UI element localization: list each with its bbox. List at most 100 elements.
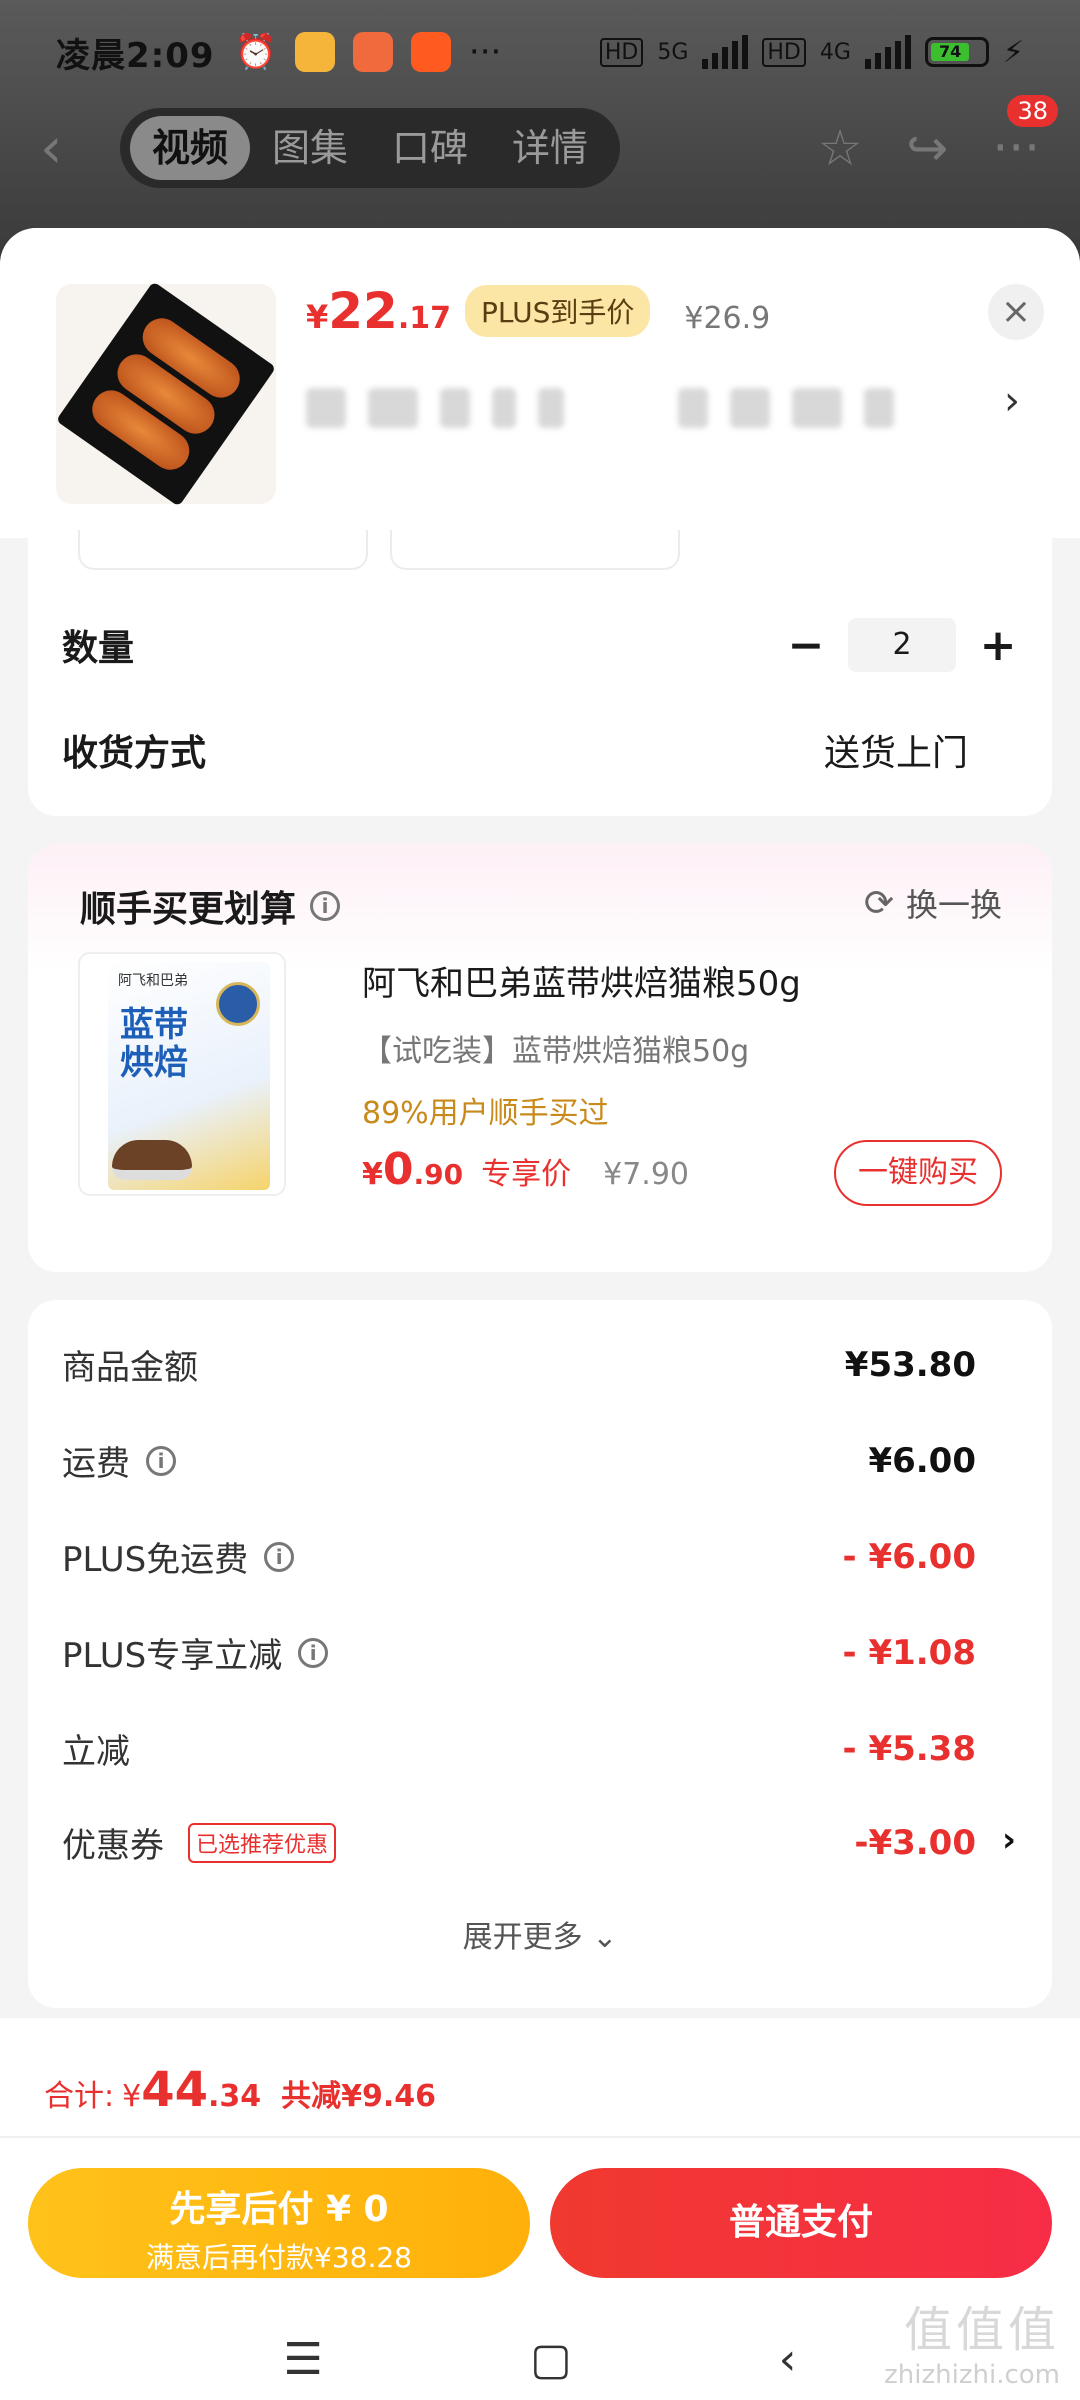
summary-value: - ¥6.00 xyxy=(842,1536,977,1577)
charging-icon: ⚡ xyxy=(1002,34,1024,70)
summary-row-coupon[interactable]: 优惠券 已选推荐优惠 -¥3.00 xyxy=(62,1818,976,1867)
cat-food-thumbnail[interactable]: 阿飞和巴弟 蓝带烘焙 xyxy=(78,952,286,1196)
total-reduced: 共减¥9.46 xyxy=(281,2079,437,2114)
info-icon[interactable]: i xyxy=(264,1541,295,1572)
summary-row-shipping: 运费 i ¥6.00 xyxy=(62,1436,976,1485)
signal-icon xyxy=(702,35,749,69)
product-thumbnail xyxy=(55,281,277,507)
summary-label: PLUS免运费 i xyxy=(62,1532,295,1581)
network-4g-label: 4G xyxy=(819,39,851,65)
tab-gallery[interactable]: 图集 xyxy=(250,116,370,180)
chevron-right-icon[interactable]: › xyxy=(1004,378,1020,424)
add-on-title-text: 顺手买更划算 xyxy=(80,889,297,930)
summary-value: ¥6.00 xyxy=(868,1440,976,1481)
quantity-input[interactable]: 2 xyxy=(848,618,956,672)
network-5g-label: 5G xyxy=(657,39,689,65)
bowl-icon xyxy=(112,1140,192,1180)
plus-price-tag: PLUS到手价 xyxy=(465,285,651,337)
swap-button[interactable]: ⟳ 换一换 xyxy=(864,880,1002,926)
quantity-label: 数量 xyxy=(62,628,135,669)
summary-label: 运费 i xyxy=(62,1436,176,1485)
summary-value: -¥3.00 xyxy=(854,1822,976,1863)
product-name-blurred[interactable] xyxy=(306,378,966,438)
info-icon[interactable]: i xyxy=(310,891,341,921)
refresh-icon: ⟳ xyxy=(863,882,894,924)
summary-value: - ¥5.38 xyxy=(842,1728,977,1769)
chicken-wings-image xyxy=(55,281,277,507)
back-arrow-icon[interactable]: ‹ xyxy=(40,116,100,181)
exclusive-price-tag: 专享价 xyxy=(481,1157,572,1192)
seal-icon xyxy=(216,982,260,1026)
recommended-coupon-tag: 已选推荐优惠 xyxy=(188,1822,337,1863)
add-on-price-row: ¥0.90 专享价 ¥7.90 xyxy=(362,1144,689,1195)
plus-button[interactable]: + xyxy=(978,620,1018,671)
hd-icon-2: HD xyxy=(762,37,806,67)
spec-chip[interactable] xyxy=(78,530,368,570)
tab-details[interactable]: 详情 xyxy=(490,116,610,180)
more-menu-icon[interactable]: ··· xyxy=(992,119,1040,177)
product-header: ¥22.17 PLUS到手价 ¥26.9 × › xyxy=(0,228,1080,538)
hd-icon: HD xyxy=(599,37,644,67)
add-on-name[interactable]: 阿飞和巴弟蓝带烘焙猫粮50g xyxy=(362,956,801,1005)
info-icon[interactable]: i xyxy=(146,1445,176,1476)
one-click-buy-button[interactable]: 一键购买 xyxy=(834,1140,1002,1206)
battery-level: 74 xyxy=(930,43,970,61)
status-right: HD 5G HD 4G 74 ⚡ xyxy=(599,34,1024,70)
price-row: ¥22.17 PLUS到手价 ¥26.9 xyxy=(306,282,770,340)
nav-actions: ☆ ↪ ··· 38 xyxy=(818,95,1058,177)
package-title: 蓝带烘焙 xyxy=(120,1005,188,1083)
pay-later-sub: 满意后再付款¥38.28 xyxy=(146,2241,412,2274)
delivery-value[interactable]: 送货上门 xyxy=(824,724,968,776)
price-summary-card: 商品金额 ¥53.80 运费 i ¥6.00 PLUS免运费 i - ¥6.00 P… xyxy=(28,1300,1052,2008)
summary-row-plus-free-shipping: PLUS免运费 i - ¥6.00 xyxy=(62,1532,976,1581)
summary-row-goods: 商品金额 ¥53.80 xyxy=(62,1340,976,1389)
checkout-footer: 合计: ¥44.34 共减¥9.46 先享后付 ¥ 0 满意后再付款¥38.28… xyxy=(0,2018,1080,2400)
home-icon[interactable]: ▢ xyxy=(530,2334,572,2385)
back-icon[interactable]: ‹ xyxy=(779,2334,797,2385)
tab-video[interactable]: 视频 xyxy=(130,116,251,180)
status-app-icons: ⏰ ··· xyxy=(234,32,502,72)
alarm-icon: ⏰ xyxy=(234,32,277,72)
minus-button[interactable]: − xyxy=(786,620,826,671)
chevron-right-icon[interactable]: › xyxy=(1002,1820,1016,1860)
cat-food-package: 阿飞和巴弟 蓝带烘焙 xyxy=(108,962,270,1190)
swap-label: 换一换 xyxy=(905,886,1002,924)
menu-icon[interactable]: ☰ xyxy=(284,2334,323,2385)
pay-later-button[interactable]: 先享后付 ¥ 0 满意后再付款¥38.28 xyxy=(28,2168,530,2278)
status-time: 凌晨2:09 xyxy=(56,35,215,76)
add-on-card: 顺手买更划算 i ⟳ 换一换 阿飞和巴弟 蓝带烘焙 阿飞和巴弟蓝带烘焙猫粮50g… xyxy=(28,844,1052,1272)
delivery-label: 收货方式 xyxy=(62,733,207,774)
signal-icon-2 xyxy=(864,35,911,69)
battery-icon: 74 xyxy=(924,37,989,67)
plus-price: ¥22.17 xyxy=(306,282,452,340)
star-icon[interactable]: ☆ xyxy=(818,119,863,177)
watermark-logo: 值值值 xyxy=(903,2302,1060,2358)
add-on-purchase-rate: 89%用户顺手买过 xyxy=(362,1096,609,1131)
add-on-price: ¥0.90 xyxy=(362,1144,464,1195)
close-button[interactable]: × xyxy=(988,284,1044,340)
normal-pay-button[interactable]: 普通支付 xyxy=(550,2168,1052,2278)
share-icon[interactable]: ↪ xyxy=(906,119,948,177)
more-status-icon: ··· xyxy=(468,32,502,72)
weibo-app-icon xyxy=(294,32,335,72)
summary-value: ¥53.80 xyxy=(844,1344,976,1385)
tab-reviews[interactable]: 口碑 xyxy=(370,116,490,180)
info-icon[interactable]: i xyxy=(298,1637,329,1668)
add-on-original-price: ¥7.90 xyxy=(603,1157,689,1192)
summary-label: 立减 xyxy=(62,1732,130,1772)
delivery-row[interactable]: 收货方式 送货上门 xyxy=(62,724,1018,776)
media-tabs: 视频 图集 口碑 详情 xyxy=(120,108,621,188)
summary-row-instant-discount: 立减 - ¥5.38 xyxy=(62,1724,976,1773)
watermark: 值值值 zhizhizhi.com xyxy=(884,2290,1060,2390)
summary-row-plus-discount: PLUS专享立减 i - ¥1.08 xyxy=(62,1628,976,1677)
spec-chip-2[interactable] xyxy=(390,530,680,570)
top-nav-bar: ‹ 视频 图集 口碑 详情 ☆ ↪ ··· 38 xyxy=(0,95,1080,192)
total-amount: ¥44.34 xyxy=(122,2062,262,2118)
summary-label: 优惠券 已选推荐优惠 xyxy=(62,1818,337,1867)
orange-app-icon xyxy=(410,32,451,72)
expand-more-button[interactable]: 展开更多 ⌄ xyxy=(28,1912,1052,1956)
message-badge: 38 xyxy=(1007,95,1058,127)
total-label: 合计: xyxy=(44,2079,115,2114)
order-options-card: 数量 − 2 + 收货方式 送货上门 xyxy=(28,530,1052,816)
checkout-sheet: ¥22.17 PLUS到手价 ¥26.9 × › 数量 − 2 + 收货方式 送… xyxy=(0,228,1080,2400)
